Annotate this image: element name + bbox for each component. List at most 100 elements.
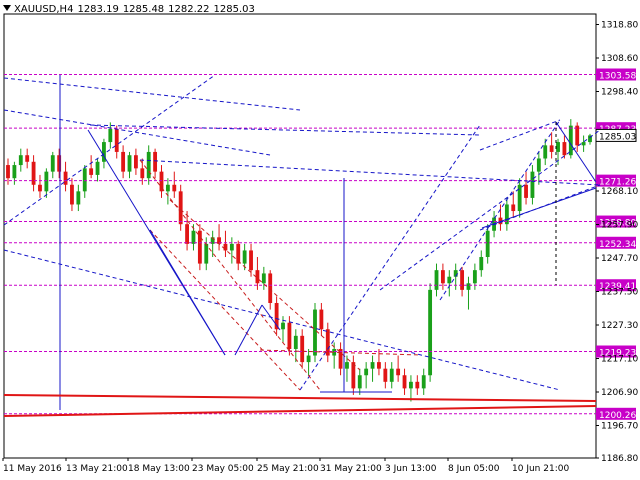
- candle-body: [153, 151, 158, 172]
- y-tick-label: 1308.60: [601, 54, 638, 64]
- x-tick-label: 25 May 21:00: [257, 464, 319, 474]
- candle-body: [543, 145, 548, 159]
- level-tag-label: 1200.26: [599, 411, 636, 421]
- candle-body: [421, 375, 426, 389]
- candle-body: [549, 145, 554, 152]
- candle-body: [108, 128, 113, 143]
- candle-body: [556, 142, 560, 152]
- candle-body: [12, 165, 17, 179]
- candle-body: [389, 368, 394, 382]
- candle-body: [524, 184, 528, 198]
- candle-body: [249, 250, 253, 271]
- candle-body: [517, 184, 522, 212]
- candle-body: [31, 161, 36, 185]
- candle-body: [165, 184, 170, 192]
- channel-line-dashed: [139, 159, 321, 391]
- candle-body: [95, 161, 100, 175]
- candle-body: [313, 309, 317, 356]
- candle-body: [447, 276, 452, 284]
- candle-body: [6, 165, 10, 179]
- candle-body: [460, 270, 465, 290]
- candle-body: [185, 224, 189, 244]
- candle-body: [114, 128, 119, 152]
- candle-body: [319, 309, 324, 330]
- x-tick-label: 8 Jun 05:00: [448, 464, 500, 474]
- candle-body: [434, 270, 439, 290]
- candle-body: [377, 362, 381, 369]
- trend-line-dashed: [439, 119, 561, 301]
- candle-body: [511, 204, 516, 212]
- candle-body: [536, 158, 541, 172]
- candle-body: [287, 322, 292, 349]
- candle-body: [223, 243, 228, 251]
- candle-body: [44, 171, 49, 192]
- y-tick-label: 1298.40: [601, 88, 638, 98]
- candle-body: [351, 362, 356, 389]
- x-tick-label: 13 May 21:00: [66, 464, 128, 474]
- candle-body: [127, 155, 132, 172]
- candle-body: [70, 184, 74, 205]
- candle-body: [89, 168, 94, 175]
- candle-body: [76, 191, 81, 205]
- y-tick-label: 1196.70: [601, 421, 638, 431]
- x-tick-label: 3 Jun 13:00: [385, 464, 437, 474]
- y-tick-label: 1237.50: [601, 288, 638, 298]
- candle-body: [530, 171, 535, 198]
- candle-body: [300, 335, 305, 363]
- current-price-label: 1285.03: [599, 132, 636, 142]
- candle-body: [261, 273, 266, 284]
- y-tick-label: 1257.90: [601, 221, 638, 231]
- candle-body: [370, 362, 375, 369]
- candle-body: [415, 381, 420, 389]
- trend-line-solid: [234, 304, 263, 356]
- trend-line-dashed: [3, 74, 216, 226]
- candle-body: [345, 362, 349, 369]
- candle-body: [146, 151, 151, 179]
- level-tag-label: 1252.34: [599, 240, 636, 250]
- y-tick-label: 1227.30: [601, 321, 638, 331]
- support-line-lower: [3, 405, 597, 417]
- candle-body: [268, 273, 273, 303]
- candle-body: [197, 230, 202, 264]
- candle-body: [396, 368, 401, 376]
- candle-body: [562, 142, 567, 156]
- candle-body: [140, 168, 145, 179]
- candle-body: [428, 289, 433, 376]
- x-tick-label: 11 May 2016: [3, 464, 62, 474]
- candle-body: [50, 155, 55, 172]
- candle-body: [568, 125, 573, 156]
- candle-body: [364, 368, 369, 376]
- candle-body: [402, 375, 407, 389]
- trend-line-dashed: [89, 124, 481, 136]
- support-line-upper: [3, 394, 597, 402]
- chart-window[interactable]: XAUUSD,H4 1283.19 1285.48 1282.22 1285.03 13…: [0, 0, 640, 480]
- y-tick-label: 1217.10: [601, 354, 638, 364]
- candle-body: [472, 270, 477, 284]
- candle-body: [466, 283, 471, 290]
- y-tick-label: 1247.70: [601, 254, 638, 264]
- x-tick-label: 23 May 05:00: [192, 464, 254, 474]
- candle-body: [409, 381, 413, 389]
- y-tick-label: 1206.90: [601, 388, 638, 398]
- candle-body: [133, 155, 138, 169]
- candle-body: [293, 335, 298, 349]
- trend-line-dashed: [479, 119, 561, 151]
- candle-body: [172, 184, 177, 192]
- candle-body: [121, 151, 126, 172]
- x-tick-label: 31 May 21:00: [320, 464, 382, 474]
- candle-body: [191, 230, 196, 244]
- candle-body: [281, 322, 285, 330]
- price-chart[interactable]: 1303.581287.231271.261258.801252.341239.…: [0, 0, 640, 480]
- candle-body: [306, 355, 311, 363]
- y-tick-label: 1318.80: [601, 21, 638, 31]
- candle-body: [242, 250, 247, 264]
- candle-body: [57, 155, 62, 172]
- candle-body: [25, 155, 30, 162]
- trend-line-dashed: [3, 109, 271, 156]
- candle-body: [38, 184, 42, 192]
- trend-line-dashed: [379, 129, 601, 291]
- plot-frame: [3, 13, 597, 459]
- y-tick-label: 1186.80: [601, 454, 638, 464]
- y-tick-label: 1268.10: [601, 187, 638, 197]
- candle-body: [18, 155, 23, 166]
